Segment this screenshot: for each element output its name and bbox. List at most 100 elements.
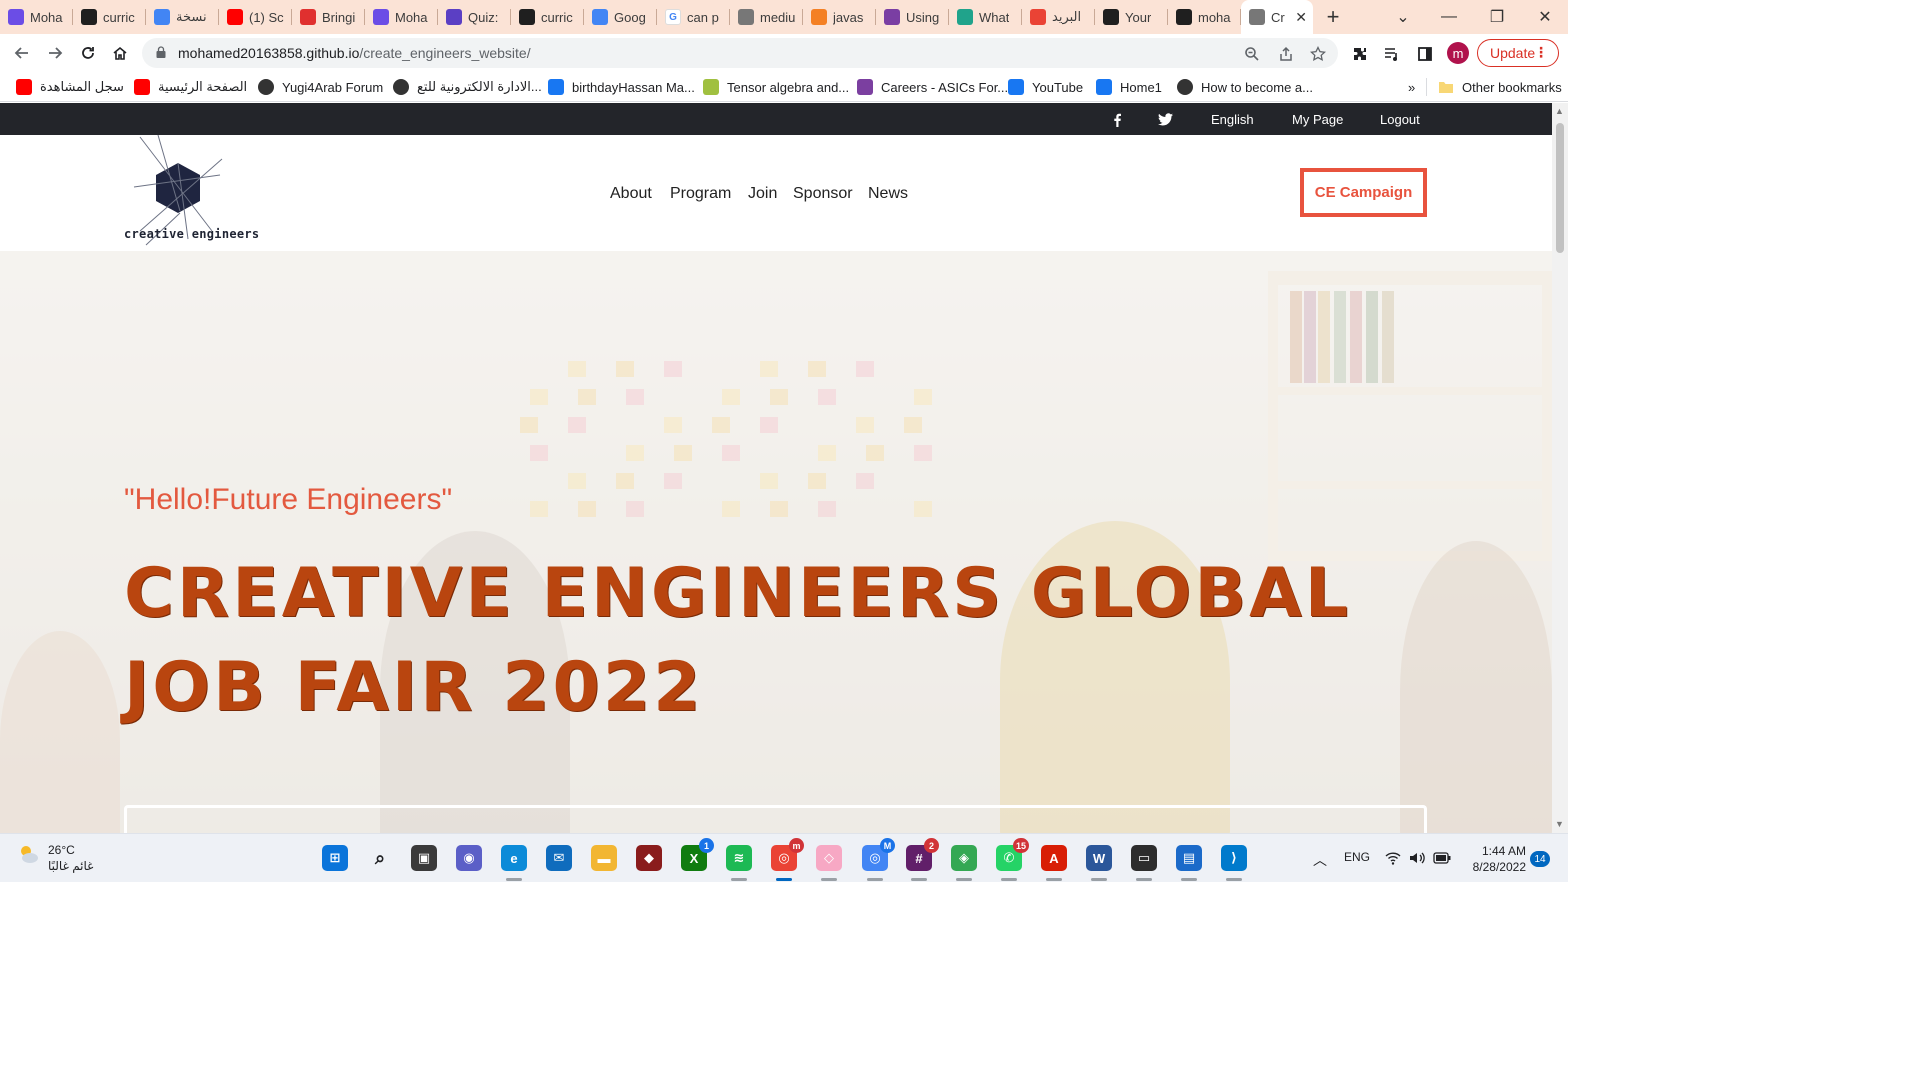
bookmark-item[interactable]: How to become a...: [1177, 78, 1313, 96]
zoom-icon[interactable]: [1242, 44, 1262, 64]
tab[interactable]: Moha: [0, 0, 73, 34]
bookmark-item[interactable]: birthdayHassan Ma...: [548, 78, 695, 96]
mail-icon[interactable]: ✉: [546, 845, 572, 871]
ce-campaign-button[interactable]: CE Campaign: [1300, 168, 1427, 217]
bookmark-item[interactable]: سجل المشاهدة: [16, 78, 124, 96]
tab[interactable]: Goog: [584, 0, 657, 34]
tab[interactable]: Using: [876, 0, 949, 34]
game-icon[interactable]: ◆: [636, 845, 662, 871]
tab[interactable]: curric: [511, 0, 584, 34]
bookmark-item[interactable]: Careers - ASICs For...: [857, 78, 1008, 96]
tab[interactable]: Bringi: [292, 0, 365, 34]
close-window-button[interactable]: ✕: [1522, 0, 1568, 34]
tab[interactable]: What: [949, 0, 1022, 34]
acrobat-icon[interactable]: A: [1041, 845, 1067, 871]
share-icon[interactable]: [1276, 44, 1296, 64]
tab[interactable]: javas: [803, 0, 876, 34]
slack-icon[interactable]: #2: [906, 838, 939, 871]
whatsapp-icon[interactable]: ✆ 15: [996, 838, 1029, 871]
facebook-icon[interactable]: [1112, 113, 1122, 127]
bookmark-item[interactable]: Home1: [1096, 78, 1162, 96]
nav-news[interactable]: News: [868, 185, 908, 203]
side-panel-icon[interactable]: [1414, 43, 1436, 65]
close-tab-icon[interactable]: ✕: [1295, 9, 1307, 26]
weather-widget[interactable]: 26°C غائم غالبًا: [16, 842, 93, 874]
windows-start-icon[interactable]: ⊞: [322, 845, 348, 871]
forward-button[interactable]: [42, 40, 68, 66]
bookmark-item[interactable]: الادارة الالكترونية للتع...: [393, 78, 542, 96]
file-explorer-icon[interactable]: ▬: [591, 845, 617, 871]
chrome-profile-icon[interactable]: ◎ M: [862, 838, 895, 871]
vscode-icon[interactable]: ⟩: [1221, 845, 1247, 871]
tab[interactable]: Your: [1095, 0, 1168, 34]
tab[interactable]: نسخة: [146, 0, 219, 34]
language-link[interactable]: English: [1211, 112, 1254, 127]
new-tab-button[interactable]: +: [1313, 4, 1353, 30]
scrollbar-thumb[interactable]: [1556, 123, 1564, 253]
home-button[interactable]: [107, 40, 133, 66]
tab[interactable]: Gcan p: [657, 0, 730, 34]
tab-title: mediu: [760, 9, 796, 25]
terminal-icon[interactable]: ▭: [1131, 845, 1157, 871]
scroll-up-icon[interactable]: ▲: [1555, 106, 1564, 116]
notification-badge[interactable]: 14: [1530, 851, 1550, 867]
maps-icon[interactable]: ◈: [951, 845, 977, 871]
tab-active[interactable]: Cr ✕: [1241, 0, 1313, 34]
pen-icon: [884, 9, 900, 25]
bookmark-label: سجل المشاهدة: [40, 79, 124, 94]
spotify-icon[interactable]: ≋: [726, 845, 752, 871]
more-bookmarks-button[interactable]: »: [1408, 78, 1415, 96]
task-view-icon[interactable]: ▣: [411, 845, 437, 871]
url-text: mohamed20163858.github.io/create_enginee…: [178, 45, 531, 61]
scroll-down-icon[interactable]: ▼: [1555, 819, 1564, 829]
bookmark-item[interactable]: YouTube: [1008, 78, 1083, 96]
tab[interactable]: mediu: [730, 0, 803, 34]
tab[interactable]: Quiz:: [438, 0, 511, 34]
tab[interactable]: (1) Sc: [219, 0, 292, 34]
tab[interactable]: curric: [73, 0, 146, 34]
url-host: mohamed20163858.github.io: [178, 45, 360, 61]
tab-search-button[interactable]: ⌄: [1380, 0, 1426, 34]
nav-join[interactable]: Join: [748, 185, 777, 203]
restore-button[interactable]: ❐: [1474, 0, 1520, 34]
back-button[interactable]: [9, 40, 35, 66]
tab[interactable]: Moha: [365, 0, 438, 34]
extensions-icon[interactable]: [1349, 43, 1371, 65]
twitter-icon[interactable]: [1158, 113, 1173, 126]
nav-program[interactable]: Program: [670, 185, 731, 203]
media-control-icon[interactable]: [1381, 43, 1403, 65]
notepad-icon[interactable]: ▤: [1176, 845, 1202, 871]
bookmark-star-icon[interactable]: [1308, 44, 1328, 64]
bookmark-item[interactable]: Yugi4Arab Forum: [258, 78, 383, 96]
other-bookmarks[interactable]: Other bookmarks: [1438, 78, 1562, 96]
my-page-link[interactable]: My Page: [1292, 112, 1343, 127]
address-bar[interactable]: mohamed20163858.github.io/create_enginee…: [142, 38, 1338, 68]
word-icon[interactable]: W: [1086, 845, 1112, 871]
search-icon[interactable]: ⌕: [367, 845, 393, 871]
tray-chevron-up-icon[interactable]: ︿: [1313, 850, 1327, 870]
edge-icon[interactable]: e: [501, 845, 527, 871]
sketch-icon[interactable]: ◇: [816, 845, 842, 871]
update-button[interactable]: Update ⋮: [1477, 39, 1559, 67]
logout-link[interactable]: Logout: [1380, 112, 1420, 127]
tab-title: javas: [833, 9, 864, 25]
clock[interactable]: 1:44 AM 8/28/2022: [1466, 843, 1526, 875]
teams-chat-icon[interactable]: ◉: [456, 845, 482, 871]
input-language[interactable]: ENG: [1344, 850, 1370, 864]
volume-icon[interactable]: [1409, 851, 1425, 865]
xbox-icon[interactable]: X1: [681, 838, 714, 871]
tab-title: Your: [1125, 9, 1152, 25]
profile-avatar[interactable]: m: [1447, 42, 1469, 64]
chrome-icon[interactable]: ◎ m: [771, 838, 804, 871]
reload-button[interactable]: [75, 40, 101, 66]
bookmark-item[interactable]: الصفحة الرئيسية: [134, 78, 247, 96]
page-scrollbar[interactable]: ▲ ▼: [1552, 103, 1568, 833]
tab[interactable]: moha: [1168, 0, 1241, 34]
nav-about[interactable]: About: [610, 185, 652, 203]
nav-sponsor[interactable]: Sponsor: [793, 185, 853, 203]
battery-icon[interactable]: [1433, 852, 1451, 864]
bookmark-item[interactable]: Tensor algebra and...: [703, 78, 849, 96]
minimize-button[interactable]: —: [1426, 0, 1472, 34]
wifi-icon[interactable]: [1385, 851, 1401, 865]
tab[interactable]: البريد: [1022, 0, 1095, 34]
